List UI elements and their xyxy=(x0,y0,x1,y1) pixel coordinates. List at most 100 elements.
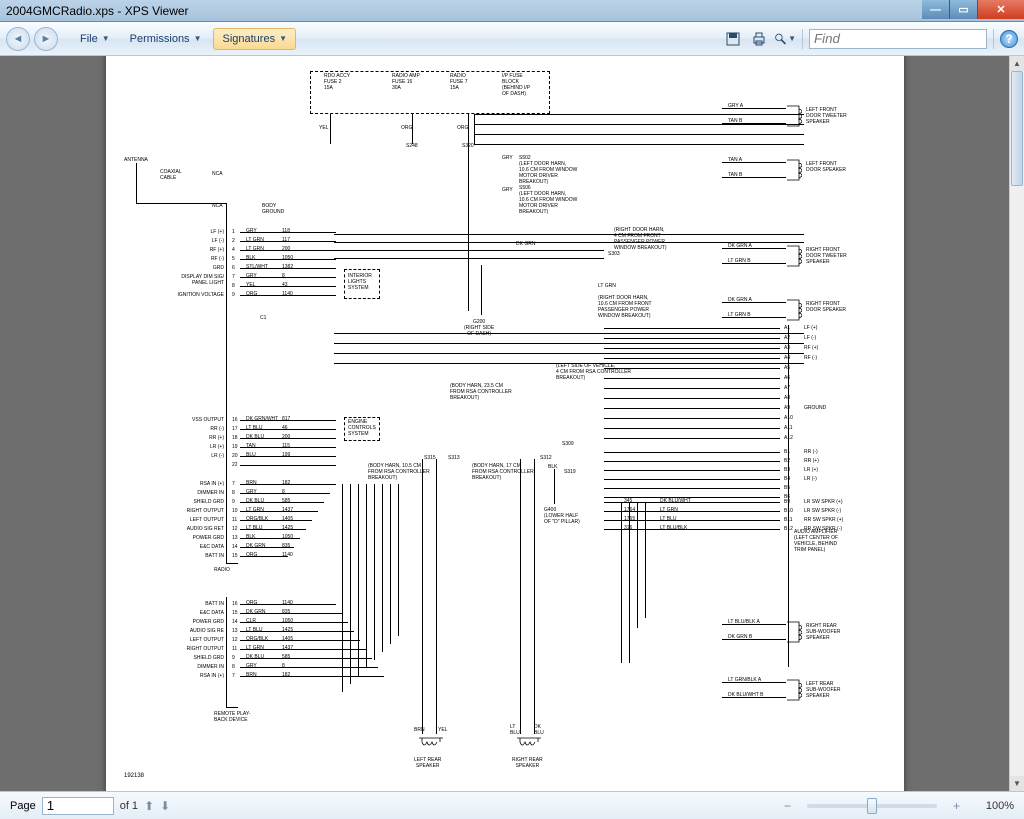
lr-pinB: YEL xyxy=(438,727,447,733)
wire xyxy=(350,484,351,684)
close-button[interactable]: ✕ xyxy=(978,0,1024,19)
wire xyxy=(422,459,423,734)
document-viewport[interactable]: RDO ACCY FUSE 2 15A RADIO AMP FUSE 16 30… xyxy=(0,56,1009,791)
scroll-up-button[interactable]: ▲ xyxy=(1010,56,1024,71)
rr-pinB: DK BLU xyxy=(534,724,544,736)
wire xyxy=(520,459,521,734)
wire xyxy=(436,459,437,734)
save-icon[interactable] xyxy=(722,28,744,50)
wire xyxy=(334,234,804,235)
find-input[interactable] xyxy=(809,29,987,49)
interior-lights-label: INTERIOR LIGHTS SYSTEM xyxy=(348,273,372,291)
zoom-out-icon[interactable]: − xyxy=(784,799,791,813)
wire xyxy=(637,503,638,628)
zoom-percent: 100% xyxy=(966,800,1014,812)
print-icon[interactable] xyxy=(748,28,770,50)
vertical-scrollbar[interactable]: ▲ ▼ xyxy=(1009,56,1024,791)
menu-file-label: File xyxy=(80,33,98,45)
chevron-down-icon: ▼ xyxy=(194,34,202,43)
lr-speaker-label: LEFT REAR SPEAKER xyxy=(414,757,441,769)
page-label: Page xyxy=(10,800,36,812)
wire xyxy=(645,503,646,618)
wire xyxy=(534,459,535,734)
page-up-icon[interactable]: ⬆ xyxy=(144,799,154,813)
scroll-track[interactable] xyxy=(1010,71,1024,776)
toolbar: ◄ ► File ▼ Permissions ▼ Signatures ▼ ▼ … xyxy=(0,22,1024,56)
wire xyxy=(334,353,804,354)
remote-border-bot xyxy=(226,707,238,708)
rr-speaker-label: RIGHT REAR SPEAKER xyxy=(512,757,543,769)
separator xyxy=(993,29,994,49)
menu-signatures[interactable]: Signatures ▼ xyxy=(213,28,296,50)
help-button[interactable]: ? xyxy=(1000,30,1018,48)
radio-conn-border-bot xyxy=(226,563,238,564)
page-down-icon[interactable]: ⬇ xyxy=(160,799,170,813)
wire xyxy=(334,250,604,251)
wire xyxy=(398,484,399,636)
wire xyxy=(334,333,804,334)
s303: S303 xyxy=(608,251,620,257)
body-rsa2: (BODY HARN, 17 CM FROM RSA CONTROLLER BR… xyxy=(472,463,534,481)
left-rear-speaker-icon xyxy=(418,737,444,755)
wire xyxy=(554,469,555,504)
scroll-thumb[interactable] xyxy=(1011,71,1023,186)
wire xyxy=(474,144,804,145)
wire xyxy=(629,503,630,663)
nca-1: NCA xyxy=(212,171,223,177)
wiring-diagram: RDO ACCY FUSE 2 15A RADIO AMP FUSE 16 30… xyxy=(124,69,886,778)
antenna-coax: COAXIAL CABLE xyxy=(160,169,182,181)
gry-1: GRY xyxy=(502,155,513,161)
engine-controls-label: ENGINE CONTROLS SYSTEM xyxy=(348,419,376,437)
wire xyxy=(374,484,375,660)
g400: G400 (LOWER HALF OF "D" PILLAR) xyxy=(544,507,580,525)
right-door-brk: (RIGHT DOOR HARN, 4 CM FROM FRONT PASSEN… xyxy=(614,227,667,251)
menu-file[interactable]: File ▼ xyxy=(72,29,118,49)
diagram-id: 192138 xyxy=(124,773,144,779)
wire xyxy=(474,124,804,125)
ltgrn-mid: LT GRN xyxy=(598,283,616,289)
menu-permissions[interactable]: Permissions ▼ xyxy=(122,29,210,49)
page-number-input[interactable] xyxy=(42,797,114,815)
zoom-icon[interactable]: ▼ xyxy=(774,28,796,50)
wire xyxy=(334,258,604,259)
chevron-down-icon: ▼ xyxy=(102,34,110,43)
minimize-button[interactable]: — xyxy=(922,0,950,19)
g200: G200 (RIGHT SIDE OF DASH) xyxy=(464,319,494,337)
right-rear-speaker-icon xyxy=(516,737,542,755)
chevron-down-icon: ▼ xyxy=(279,34,287,43)
window-buttons: — ▭ ✕ xyxy=(922,0,1024,19)
nav-back-button[interactable]: ◄ xyxy=(6,27,30,51)
wire xyxy=(136,163,137,203)
s313: S313 xyxy=(448,455,460,461)
document-page: RDO ACCY FUSE 2 15A RADIO AMP FUSE 16 30… xyxy=(106,56,904,791)
org-lbl: ORG xyxy=(401,125,412,131)
fuse3-l3: 15A xyxy=(450,85,459,91)
blk-lbl: BLK xyxy=(548,464,557,470)
fuse2-l3: 30A xyxy=(392,85,401,91)
zoom-knob[interactable] xyxy=(867,798,877,814)
wire xyxy=(390,484,391,644)
s309: S309 xyxy=(562,441,574,447)
left-door-brk2: S506 (LEFT DOOR HARN, 10.6 CM FROM WINDO… xyxy=(519,185,577,215)
wire xyxy=(358,484,359,676)
wire xyxy=(474,114,475,144)
wire xyxy=(481,265,482,315)
zoom-slider[interactable] xyxy=(807,804,937,808)
left-door-brk: S502 (LEFT DOOR HARN, 10.6 CM FROM WINDO… xyxy=(519,155,577,185)
yel-lbl: YEL xyxy=(319,125,328,131)
wire xyxy=(330,114,331,144)
wire xyxy=(334,343,804,344)
s248: S248 xyxy=(406,143,418,149)
body-rsa1: (BODY HARN, 23.5 CM FROM RSA CONTROLLER … xyxy=(450,383,512,401)
amp-border xyxy=(788,325,789,667)
nav-forward-button[interactable]: ► xyxy=(34,27,58,51)
rr-pinA: LT BLU xyxy=(510,724,520,736)
maximize-button[interactable]: ▭ xyxy=(950,0,978,19)
wire xyxy=(342,484,343,692)
zoom-in-icon[interactable]: + xyxy=(953,799,960,813)
c1-label: C1 xyxy=(260,315,266,321)
scroll-down-button[interactable]: ▼ xyxy=(1010,776,1024,791)
amp-label: AUDIO AMPLIFIER (LEFT CENTER OF VEHICLE,… xyxy=(794,529,838,553)
right-door-brk2: (RIGHT DOOR HARN, 10.6 CM FROM FRONT PAS… xyxy=(598,295,652,319)
window-titlebar: 2004GMCRadio.xps - XPS Viewer — ▭ ✕ xyxy=(0,0,1024,22)
